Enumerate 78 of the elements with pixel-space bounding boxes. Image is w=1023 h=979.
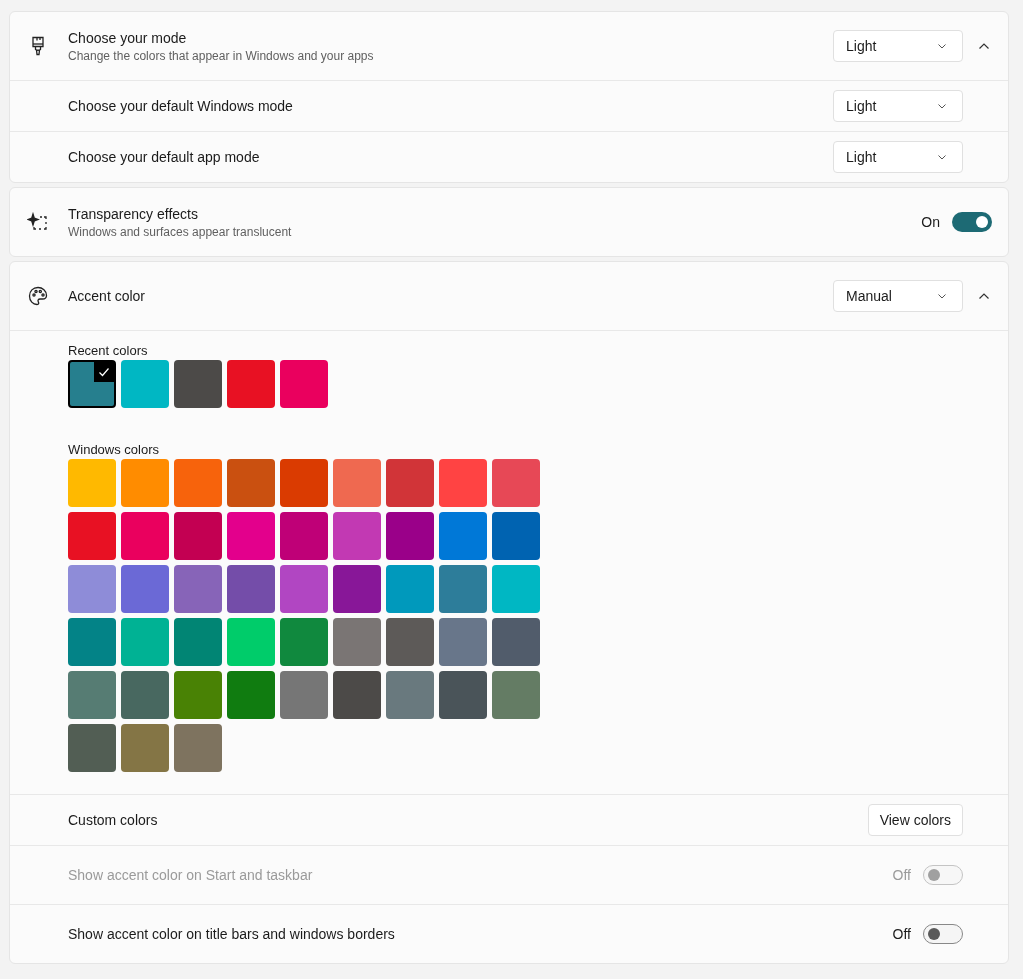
color-swatch[interactable] [386, 671, 434, 719]
color-swatch[interactable] [492, 671, 540, 719]
setting-label: Custom colors [68, 810, 159, 830]
color-swatch[interactable] [439, 459, 487, 507]
color-swatch[interactable] [492, 459, 540, 507]
color-swatch[interactable] [227, 671, 275, 719]
section-label: Windows colors [68, 442, 161, 458]
color-swatch[interactable] [386, 565, 434, 613]
color-swatch[interactable] [174, 724, 222, 772]
color-swatch[interactable] [121, 512, 169, 560]
view-colors-button[interactable]: View colors [867, 804, 963, 836]
setting-title: Choose your mode [68, 28, 188, 48]
section-label: Recent colors [68, 343, 149, 359]
dropdown[interactable]: Manual [833, 280, 963, 312]
color-swatch[interactable] [280, 618, 328, 666]
color-swatch[interactable] [492, 618, 540, 666]
palette-icon [27, 285, 49, 307]
dropdown[interactable]: Light [833, 30, 963, 62]
setting-label: Choose your default Windows mode [68, 96, 294, 116]
color-swatch[interactable] [333, 459, 381, 507]
color-swatch[interactable] [174, 565, 222, 613]
toggle-state-label: Off [892, 865, 911, 885]
setting-label: Choose your default app mode [68, 147, 261, 167]
color-swatch[interactable] [386, 512, 434, 560]
color-swatch[interactable] [121, 618, 169, 666]
color-swatch[interactable] [333, 671, 381, 719]
color-swatch[interactable] [333, 618, 381, 666]
color-swatch[interactable] [121, 565, 169, 613]
setting-description: Change the colors that appear in Windows and your apps [68, 47, 375, 64]
dropdown[interactable]: Light [833, 141, 963, 173]
color-swatch[interactable] [68, 512, 116, 560]
color-swatch[interactable] [439, 565, 487, 613]
color-swatch[interactable] [439, 671, 487, 719]
toggle-state-label: Off [892, 924, 911, 944]
color-swatch[interactable] [174, 459, 222, 507]
dropdown[interactable]: Light [833, 90, 963, 122]
color-swatch[interactable] [386, 459, 434, 507]
color-swatch[interactable] [174, 618, 222, 666]
toggle-state-label: On [921, 212, 940, 232]
color-swatch[interactable] [227, 360, 275, 408]
setting-title: Transparency effects [68, 204, 199, 224]
color-swatch[interactable] [121, 671, 169, 719]
color-swatch[interactable] [280, 671, 328, 719]
color-swatch[interactable] [68, 565, 116, 613]
checkmark-icon [94, 362, 114, 382]
color-swatch[interactable] [333, 565, 381, 613]
color-swatch[interactable] [439, 618, 487, 666]
setting-title: Accent color [68, 286, 147, 306]
color-swatch[interactable] [174, 671, 222, 719]
sparkle-icon [27, 211, 49, 233]
color-swatch[interactable] [492, 512, 540, 560]
color-swatch[interactable] [386, 618, 434, 666]
color-swatch[interactable] [280, 565, 328, 613]
color-swatch[interactable] [333, 512, 381, 560]
color-swatch[interactable] [121, 724, 169, 772]
setting-description: Windows and surfaces appear translucent [68, 223, 293, 240]
color-swatch[interactable] [227, 565, 275, 613]
color-swatch[interactable] [227, 459, 275, 507]
color-swatch[interactable] [439, 512, 487, 560]
color-swatch[interactable] [68, 671, 116, 719]
color-swatch[interactable] [174, 360, 222, 408]
color-swatch[interactable] [174, 512, 222, 560]
color-swatch[interactable] [280, 512, 328, 560]
toggle-switch[interactable] [923, 924, 963, 944]
toggle-switch[interactable] [952, 212, 992, 232]
color-swatch[interactable] [280, 459, 328, 507]
color-swatch[interactable] [227, 512, 275, 560]
color-swatch[interactable] [121, 360, 169, 408]
color-swatch[interactable] [68, 724, 116, 772]
color-swatch[interactable] [68, 459, 116, 507]
setting-label: Show accent color on title bars and windows borders [68, 924, 396, 944]
color-swatch[interactable] [492, 565, 540, 613]
color-swatch[interactable] [227, 618, 275, 666]
setting-label: Show accent color on Start and taskbar [68, 865, 314, 885]
color-swatch[interactable] [121, 459, 169, 507]
color-swatch[interactable] [68, 618, 116, 666]
color-swatch[interactable] [68, 360, 116, 408]
color-swatch[interactable] [280, 360, 328, 408]
